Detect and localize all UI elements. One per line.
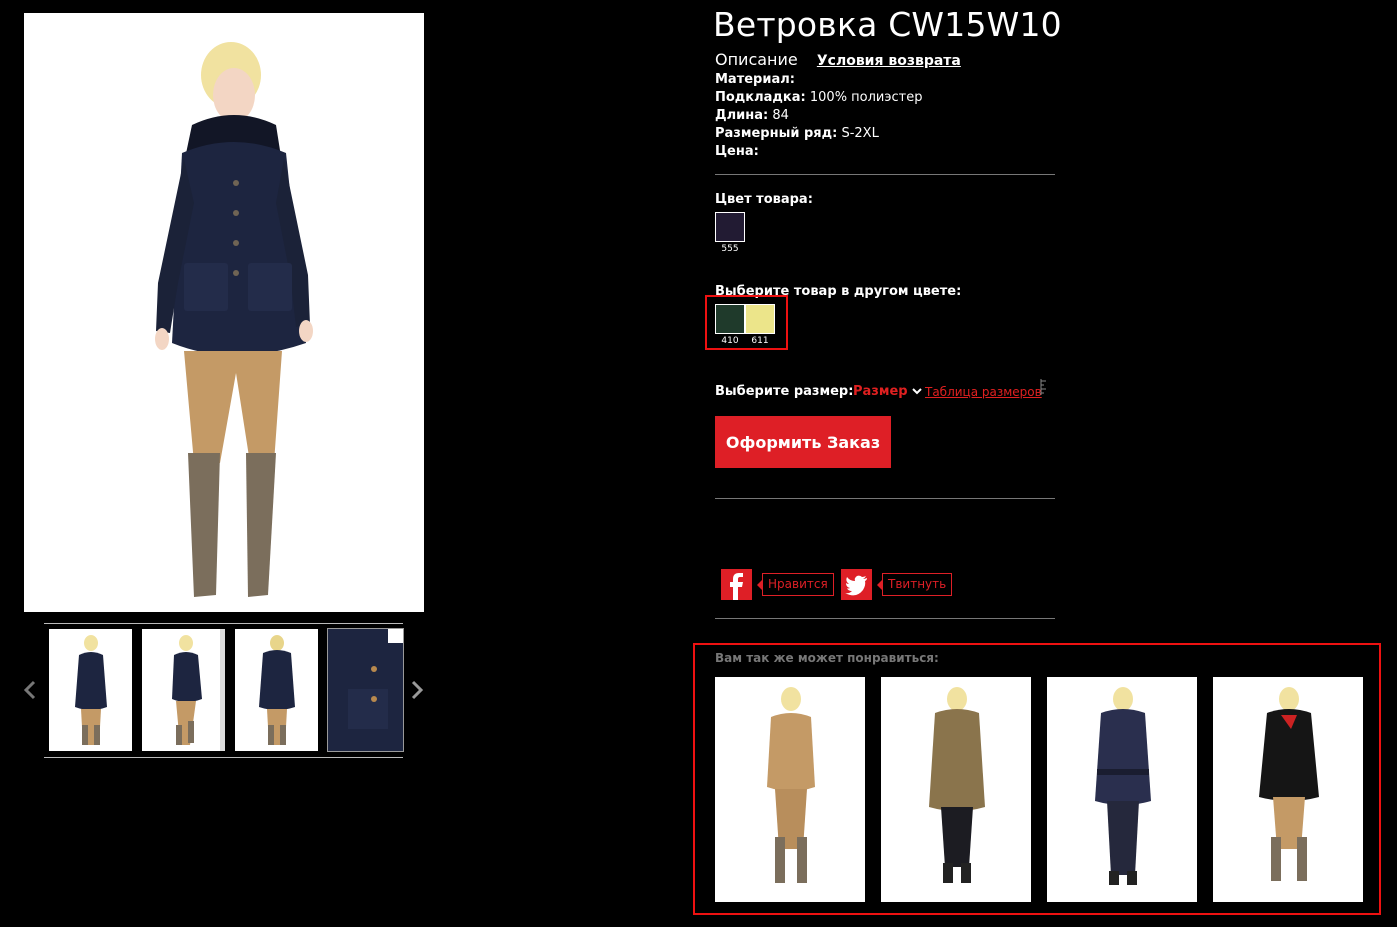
model-in-khaki-quilted-coat-image	[929, 687, 985, 883]
product-title: Ветровка CW15W10	[713, 5, 1062, 44]
gallery-thumbnail[interactable]	[142, 629, 225, 751]
spec-price: Цена:	[715, 144, 759, 159]
color-code: 611	[751, 336, 769, 346]
recommended-product-card[interactable]	[715, 677, 865, 902]
model-in-navy-coat-image	[155, 42, 313, 597]
spec-lining: Подкладка: 100% полиэстер	[715, 90, 923, 105]
chevron-down-icon	[912, 388, 922, 395]
twitter-icon[interactable]	[841, 569, 872, 600]
color-label: Цвет товара:	[715, 192, 813, 207]
spec-length: Длина: 84	[715, 108, 789, 123]
model-in-black-jacket-image	[1259, 687, 1319, 881]
facebook-like-button[interactable]: Нравится	[757, 573, 834, 596]
main-product-photo[interactable]	[24, 13, 424, 612]
color-swatch-410[interactable]	[715, 304, 745, 334]
tab-description[interactable]: Описание	[715, 50, 798, 69]
thumb-strip-bottom-border	[44, 757, 403, 758]
size-label: Выберите размер:	[715, 384, 854, 399]
product-specs: Материал: Подкладка: 100% полиэстер Длин…	[715, 71, 923, 161]
size-chart-link[interactable]: Таблица размеров	[925, 385, 1042, 399]
ruler-icon	[1040, 379, 1046, 395]
model-in-beige-jacket-image	[767, 687, 815, 883]
recommended-product-card[interactable]	[1047, 677, 1197, 902]
recommendations-title: Вам так же может понравиться:	[715, 651, 939, 665]
divider	[715, 618, 1055, 619]
tab-return-conditions[interactable]: Условия возврата	[817, 53, 961, 69]
thumb-strip-top-border	[44, 623, 403, 624]
facebook-icon[interactable]	[721, 569, 752, 600]
divider	[715, 498, 1055, 499]
size-select-value: Размер	[853, 384, 908, 399]
gallery-prev-arrow-icon[interactable]	[22, 678, 38, 702]
model-in-navy-belted-jacket-image	[1095, 687, 1151, 885]
divider	[715, 174, 1055, 175]
size-row: Выберите размер: Размер Таблица размеров	[715, 379, 1046, 399]
twitter-tweet-button[interactable]: Твитнуть	[876, 573, 953, 596]
recommended-product-card[interactable]	[881, 677, 1031, 902]
color-code: 410	[721, 336, 739, 346]
gallery-thumbnail-active[interactable]	[327, 628, 404, 752]
color-swatch-611[interactable]	[745, 304, 775, 334]
spec-size-range: Размерный ряд: S-2XL	[715, 126, 879, 141]
color-swatch-current[interactable]	[715, 212, 745, 242]
place-order-button[interactable]: Оформить Заказ	[715, 416, 891, 468]
size-select[interactable]: Размер	[853, 384, 922, 399]
gallery-thumbnail[interactable]	[49, 629, 132, 751]
spec-material: Материал:	[715, 72, 795, 87]
gallery-next-arrow-icon[interactable]	[409, 678, 425, 702]
recommended-product-card[interactable]	[1213, 677, 1363, 902]
product-tabs: Описание Условия возврата	[715, 50, 961, 69]
color-code: 555	[721, 244, 739, 254]
gallery-thumbnail[interactable]	[235, 629, 318, 751]
